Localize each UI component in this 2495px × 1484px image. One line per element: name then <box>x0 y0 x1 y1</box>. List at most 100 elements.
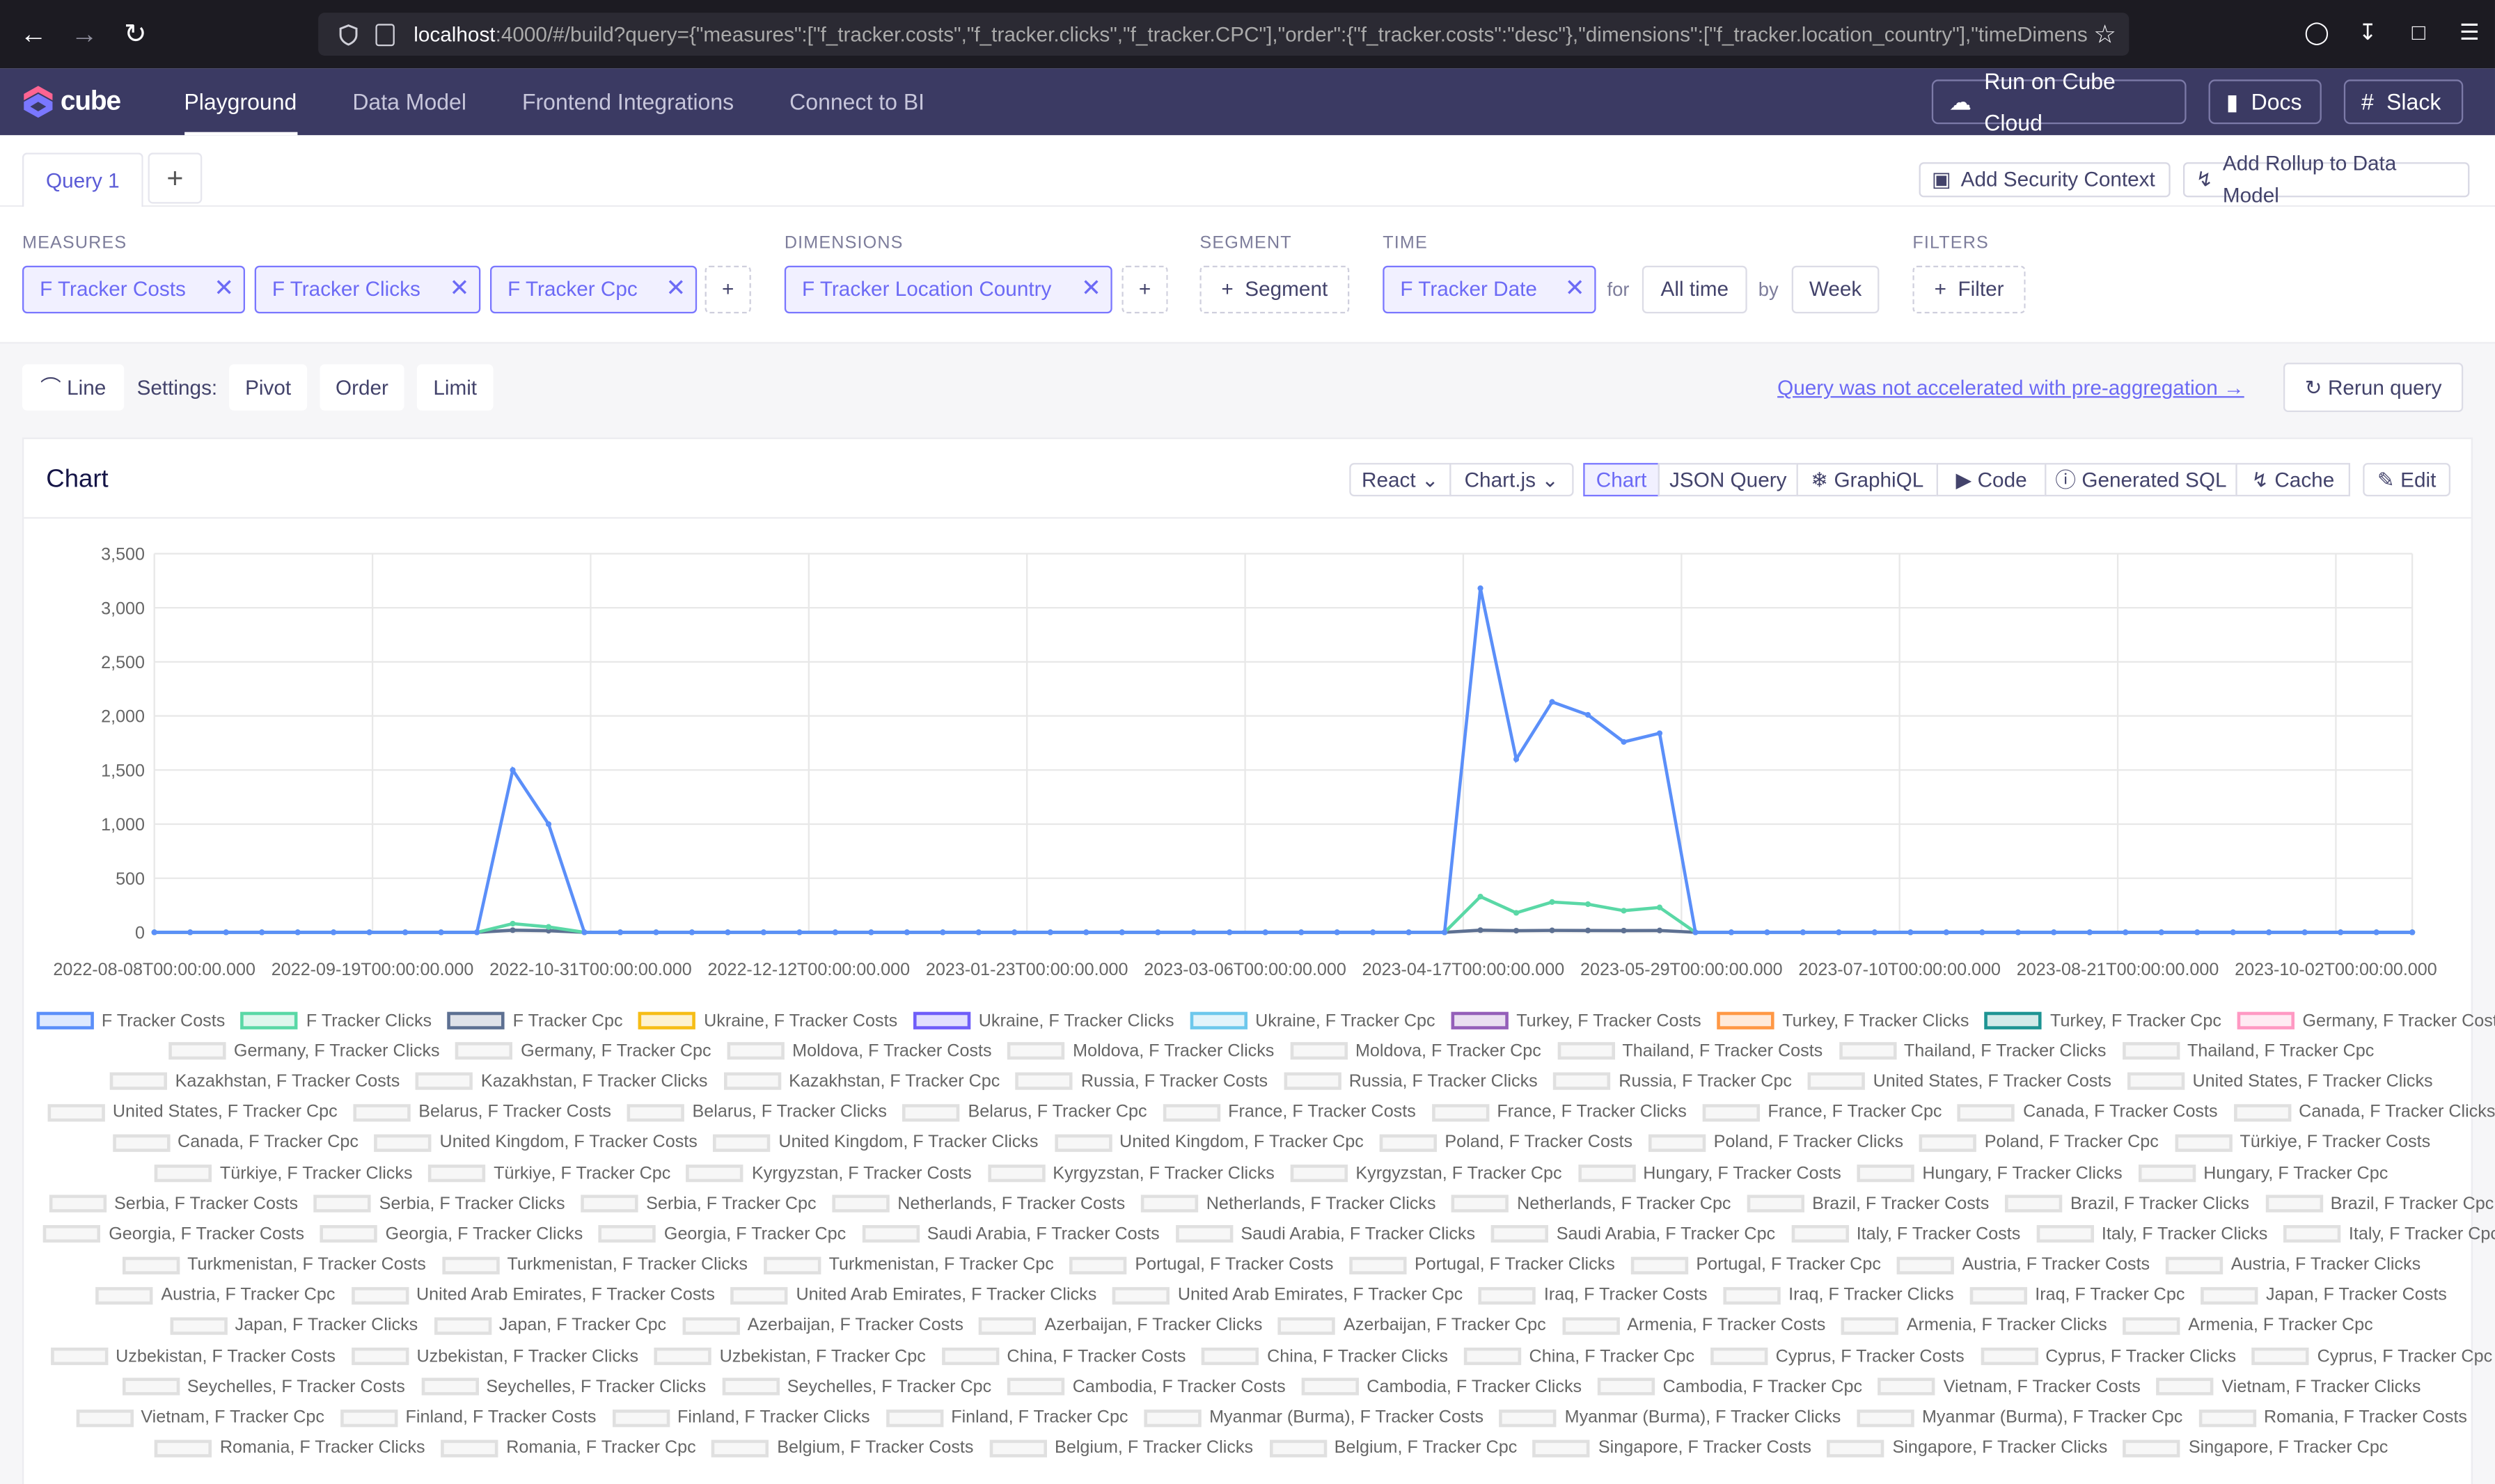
add-dimension-button[interactable]: + <box>1121 265 1168 314</box>
legend-item[interactable]: Saudi Arabia, F Tracker Cpc <box>1490 1225 1775 1244</box>
nav-playground[interactable]: Playground <box>184 68 297 136</box>
measure-pill-costs[interactable]: F Tracker Costs ✕ <box>22 265 245 314</box>
legend-item[interactable]: Armenia, F Tracker Clicks <box>1841 1316 2107 1336</box>
tab-generated-sql[interactable]: ⓘ Generated SQL <box>2045 463 2237 497</box>
legend-item[interactable]: Italy, F Tracker Costs <box>1790 1225 2020 1244</box>
tab-graphiql[interactable]: ❄ GraphiQL <box>1796 463 1938 497</box>
chart-library-select[interactable]: Chart.js ⌄ <box>1449 463 1574 497</box>
legend-item[interactable]: United Kingdom, F Tracker Cpc <box>1054 1133 1364 1153</box>
legend-item[interactable]: Azerbaijan, F Tracker Clicks <box>979 1316 1262 1336</box>
legend-item[interactable]: Uzbekistan, F Tracker Cpc <box>654 1347 926 1366</box>
legend-item[interactable]: Japan, F Tracker Cpc <box>434 1316 666 1336</box>
legend-item[interactable]: Ukraine, F Tracker Cpc <box>1190 1011 1435 1030</box>
legend-item[interactable]: Belarus, F Tracker Costs <box>353 1103 611 1122</box>
legend-item[interactable]: Turkey, F Tracker Cpc <box>1985 1011 2221 1030</box>
legend-item[interactable]: Turkmenistan, F Tracker Costs <box>122 1256 426 1274</box>
granularity-select[interactable]: Week <box>1791 265 1880 314</box>
legend-item[interactable]: Iraq, F Tracker Costs <box>1479 1286 1708 1305</box>
tab-code[interactable]: ▶ Code <box>1936 463 2047 497</box>
add-measure-button[interactable]: + <box>705 265 751 314</box>
legend-item[interactable]: Saudi Arabia, F Tracker Clicks <box>1175 1225 1475 1244</box>
nav-connect-to-bi[interactable]: Connect to BI <box>789 68 924 135</box>
run-on-cube-cloud-button[interactable]: ☁ Run on Cube Cloud <box>1931 68 2187 135</box>
chart-type-select[interactable]: ⌒ Line <box>22 364 125 411</box>
legend-item[interactable]: Turkey, F Tracker Costs <box>1451 1011 1701 1030</box>
forward-icon[interactable]: → <box>67 17 102 52</box>
legend-item[interactable]: Uzbekistan, F Tracker Costs <box>50 1347 336 1366</box>
tab-json-query[interactable]: JSON Query <box>1658 463 1798 497</box>
legend-item[interactable]: Singapore, F Tracker Clicks <box>1827 1439 2107 1458</box>
legend-item[interactable]: Turkmenistan, F Tracker Cpc <box>763 1256 1054 1274</box>
legend-item[interactable]: Romania, F Tracker Clicks <box>155 1439 425 1458</box>
legend-item[interactable]: Belgium, F Tracker Costs <box>711 1439 973 1458</box>
legend-item[interactable]: Georgia, F Tracker Clicks <box>320 1225 583 1244</box>
legend-item[interactable]: Georgia, F Tracker Cpc <box>599 1225 846 1244</box>
legend-item[interactable]: Romania, F Tracker Costs <box>2198 1408 2467 1427</box>
tab-chart[interactable]: Chart <box>1583 463 1660 497</box>
legend-item[interactable]: United Arab Emirates, F Tracker Clicks <box>730 1286 1096 1305</box>
legend-item[interactable]: Serbia, F Tracker Costs <box>49 1194 298 1213</box>
legend-item[interactable]: Russia, F Tracker Costs <box>1016 1072 1268 1091</box>
time-dimension-pill[interactable]: F Tracker Date ✕ <box>1383 265 1596 314</box>
order-button[interactable]: Order <box>320 364 404 411</box>
legend-item[interactable]: Brazil, F Tracker Costs <box>1747 1194 1989 1213</box>
legend-item[interactable]: Romania, F Tracker Cpc <box>441 1439 696 1458</box>
legend-item[interactable]: Kyrgyzstan, F Tracker Cpc <box>1290 1164 1562 1183</box>
legend-item[interactable]: Kazakhstan, F Tracker Costs <box>109 1072 400 1091</box>
add-filter-button[interactable]: + Filter <box>1912 265 2026 314</box>
legend-item[interactable]: Myanmar (Burma), F Tracker Costs <box>1144 1408 1483 1427</box>
pre-aggregation-link[interactable]: Query was not accelerated with pre-aggre… <box>1777 375 2244 399</box>
legend-item[interactable]: Uzbekistan, F Tracker Clicks <box>351 1347 638 1366</box>
legend-item[interactable]: Seychelles, F Tracker Clicks <box>420 1378 706 1396</box>
legend-item[interactable]: Canada, F Tracker Clicks <box>2233 1103 2495 1122</box>
rerun-query-button[interactable]: ↻ Rerun query <box>2283 363 2464 412</box>
legend-item[interactable]: Germany, F Tracker Cpc <box>455 1042 711 1061</box>
legend-item[interactable]: Iraq, F Tracker Cpc <box>1969 1286 2185 1305</box>
extensions-icon[interactable]: □ <box>2406 19 2432 45</box>
legend-item[interactable]: Cambodia, F Tracker Costs <box>1007 1378 1286 1396</box>
slack-button[interactable]: # Slack <box>2343 79 2464 125</box>
legend-item[interactable]: France, F Tracker Costs <box>1163 1103 1416 1122</box>
legend-item[interactable]: F Tracker Clicks <box>241 1011 432 1030</box>
legend-item[interactable]: Brazil, F Tracker Cpc <box>2265 1194 2494 1213</box>
legend-item[interactable]: Saudi Arabia, F Tracker Costs <box>862 1225 1160 1244</box>
tab-query-1[interactable]: Query 1 <box>22 152 143 207</box>
legend-item[interactable]: Iraq, F Tracker Clicks <box>1723 1286 1954 1305</box>
docs-button[interactable]: ▮ Docs <box>2208 79 2322 125</box>
edit-button[interactable]: ✎ Edit <box>2363 463 2450 497</box>
legend-item[interactable]: Kazakhstan, F Tracker Clicks <box>416 1072 707 1091</box>
limit-button[interactable]: Limit <box>416 364 494 411</box>
framework-select[interactable]: React ⌄ <box>1349 463 1451 497</box>
legend-item[interactable]: Serbia, F Tracker Clicks <box>313 1194 565 1213</box>
legend-item[interactable]: Ukraine, F Tracker Costs <box>638 1011 897 1030</box>
legend-item[interactable]: Vietnam, F Tracker Clicks <box>2156 1378 2421 1396</box>
legend-item[interactable]: Russia, F Tracker Cpc <box>1553 1072 1792 1091</box>
nav-data-model[interactable]: Data Model <box>352 68 466 135</box>
legend-item[interactable]: United States, F Tracker Clicks <box>2127 1072 2433 1091</box>
add-segment-button[interactable]: + Segment <box>1199 265 1350 314</box>
legend-item[interactable]: Moldova, F Tracker Costs <box>727 1042 992 1061</box>
legend-item[interactable]: United Kingdom, F Tracker Costs <box>374 1133 698 1153</box>
legend-item[interactable]: Kazakhstan, F Tracker Cpc <box>723 1072 1000 1091</box>
legend-item[interactable]: Belgium, F Tracker Clicks <box>989 1439 1253 1458</box>
legend-item[interactable]: Austria, F Tracker Clicks <box>2166 1256 2421 1274</box>
legend-item[interactable]: China, F Tracker Cpc <box>1463 1347 1694 1366</box>
legend-item[interactable]: Finland, F Tracker Clicks <box>612 1408 870 1427</box>
legend-item[interactable]: Türkiye, F Tracker Cpc <box>428 1164 670 1183</box>
legend-item[interactable]: United States, F Tracker Costs <box>1807 1072 2111 1091</box>
legend-item[interactable]: Moldova, F Tracker Clicks <box>1007 1042 1274 1061</box>
legend-item[interactable]: Poland, F Tracker Cpc <box>1919 1133 2159 1153</box>
legend-item[interactable]: Ukraine, F Tracker Clicks <box>913 1011 1174 1030</box>
legend-item[interactable]: Türkiye, F Tracker Clicks <box>155 1164 413 1183</box>
legend-item[interactable]: United Kingdom, F Tracker Clicks <box>713 1133 1038 1153</box>
legend-item[interactable]: Thailand, F Tracker Cpc <box>2122 1042 2374 1061</box>
legend-item[interactable]: Singapore, F Tracker Costs <box>1533 1439 1811 1458</box>
legend-item[interactable]: Azerbaijan, F Tracker Cpc <box>1278 1316 1546 1336</box>
legend-item[interactable]: Cyprus, F Tracker Costs <box>1710 1347 1965 1366</box>
legend-item[interactable]: Singapore, F Tracker Cpc <box>2123 1439 2388 1458</box>
close-icon[interactable]: ✕ <box>1565 267 1585 312</box>
legend-item[interactable]: Netherlands, F Tracker Clicks <box>1141 1194 1436 1213</box>
legend-item[interactable]: Armenia, F Tracker Cpc <box>2123 1316 2373 1336</box>
bookmark-star-icon[interactable]: ☆ <box>2093 19 2116 51</box>
download-icon[interactable]: ↧ <box>2355 19 2381 45</box>
